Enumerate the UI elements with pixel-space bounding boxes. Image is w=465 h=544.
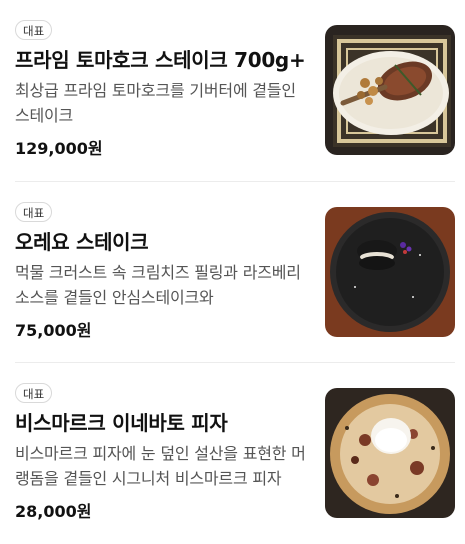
signature-badge: 대표 — [15, 202, 53, 222]
menu-item-price: 129,000원 — [15, 139, 103, 158]
signature-badge: 대표 — [15, 20, 53, 40]
menu-item-price: 28,000원 — [15, 502, 92, 521]
oreo-steak-photo[interactable] — [325, 207, 455, 337]
pizza-photo[interactable] — [325, 388, 455, 518]
menu-list: 대표 프라임 토마호크 스테이크 700g+ 최상급 프라임 토마호크를 기버터… — [0, 0, 465, 540]
menu-item-price: 75,000원 — [15, 321, 92, 340]
menu-item[interactable]: 대표 오레요 스테이크 먹물 크러스트 속 크림치즈 필링과 라즈베리 소스를 … — [0, 182, 465, 363]
steak-photo[interactable] — [325, 25, 455, 155]
menu-item-description: 비스마르크 피자에 눈 덮인 설산을 표현한 머랭돔을 곁들인 시그니처 비스마… — [15, 444, 306, 488]
menu-item-description: 먹물 크러스트 속 크림치즈 필링과 라즈베리 소스를 곁들인 안심스테이크와 — [15, 263, 301, 307]
menu-item-name[interactable]: 비스마르크 이네바토 피자 — [15, 407, 315, 436]
menu-item-name[interactable]: 프라임 토마호크 스테이크 700g+ — [15, 44, 315, 73]
menu-item-name[interactable]: 오레요 스테이크 — [15, 226, 315, 255]
menu-item[interactable]: 대표 비스마르크 이네바토 피자 비스마르크 피자에 눈 덮인 설산을 표현한 … — [0, 363, 465, 544]
menu-item[interactable]: 대표 프라임 토마호크 스테이크 700g+ 최상급 프라임 토마호크를 기버터… — [0, 0, 465, 181]
signature-badge: 대표 — [15, 383, 53, 403]
menu-item-description: 최상급 프라임 토마호크를 기버터에 곁들인 스테이크 — [15, 81, 296, 125]
